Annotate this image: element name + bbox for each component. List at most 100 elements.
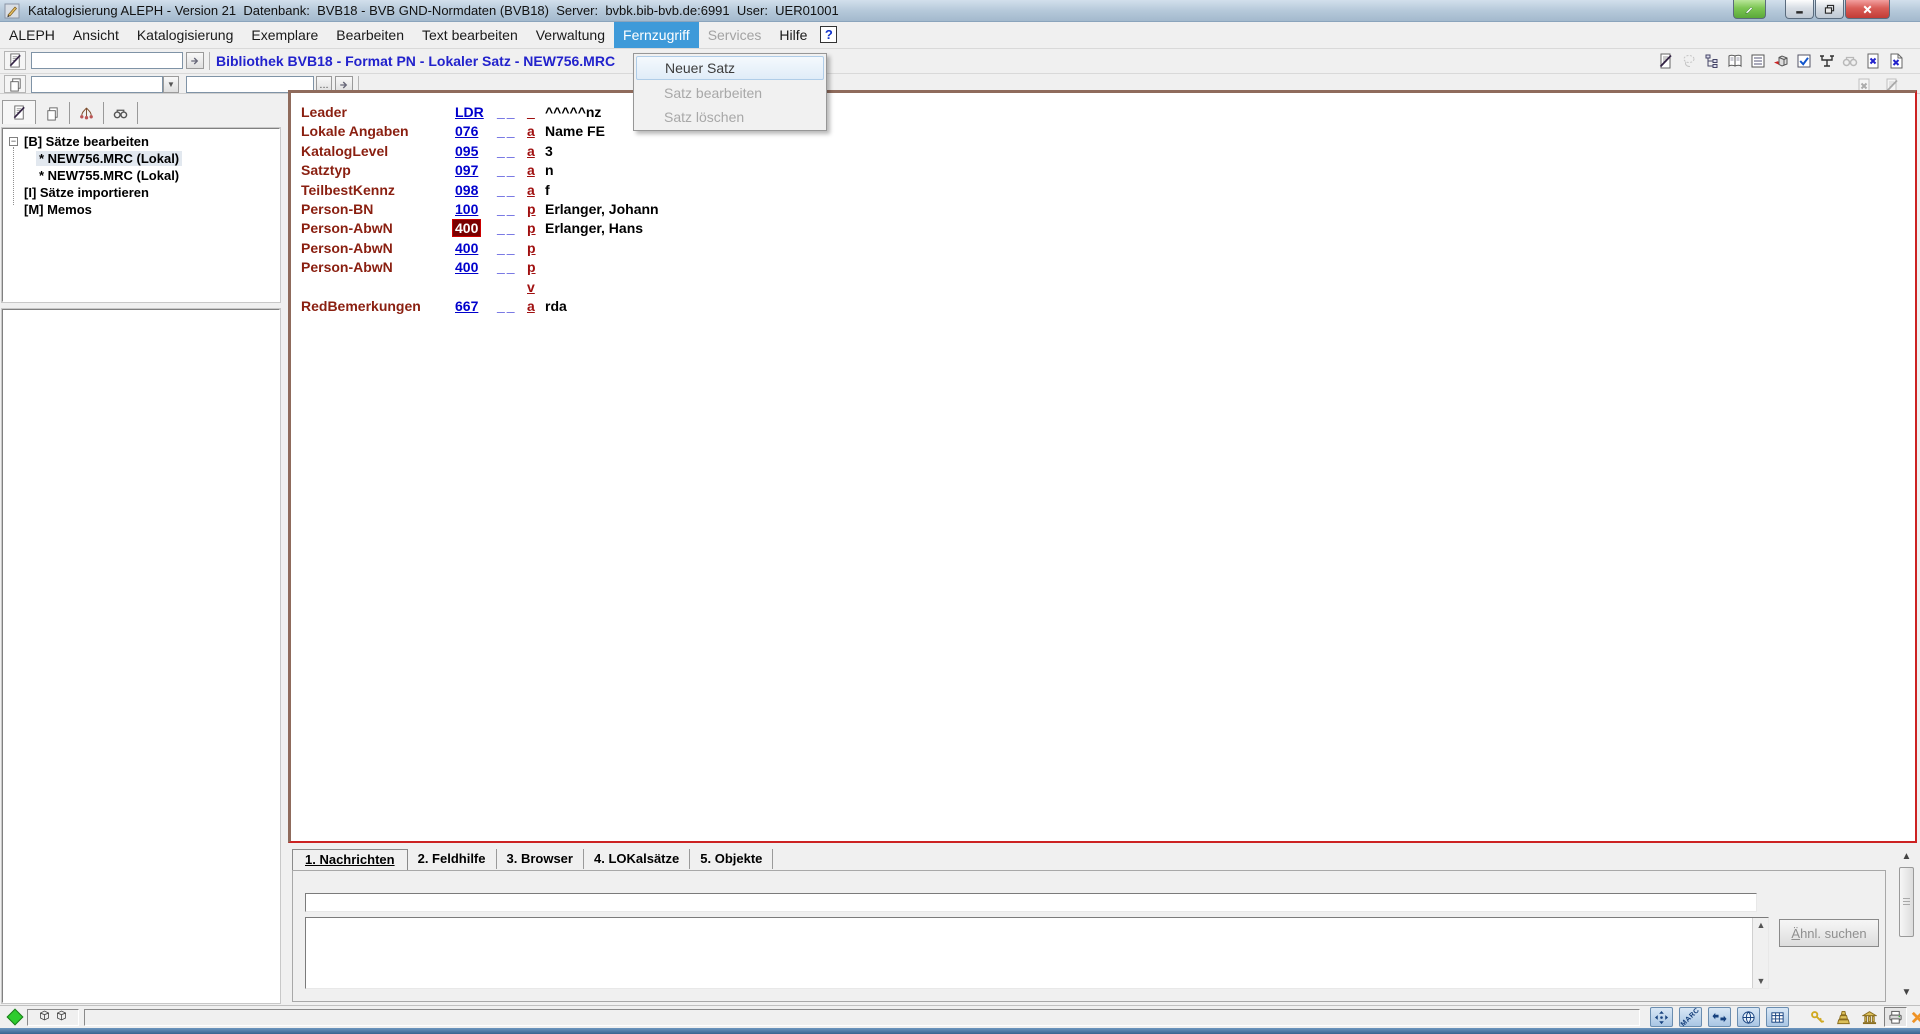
printer-icon[interactable] [1884, 1007, 1907, 1027]
menu-item-katalogisierung[interactable]: Katalogisierung [128, 22, 243, 48]
binoculars-icon[interactable] [1839, 51, 1861, 71]
field-indicators[interactable]: __ [497, 123, 517, 139]
field-tag[interactable]: 400 [455, 259, 478, 275]
tab-5-objekte[interactable]: 5. Objekte [690, 849, 773, 869]
field-tag[interactable]: LDR [455, 104, 484, 120]
subfield-code[interactable]: a [527, 298, 535, 314]
similar-search-button[interactable]: Ähnl. suchen [1779, 919, 1879, 947]
scrollbar-thumb[interactable] [1899, 867, 1914, 937]
record-number-input[interactable] [31, 52, 183, 69]
field-value[interactable]: rda [545, 298, 567, 314]
go-record-button[interactable] [186, 52, 204, 69]
field-indicators[interactable]: __ [497, 298, 517, 314]
menu-item-fernzugriff[interactable]: Fernzugriff [614, 22, 699, 48]
scroll-down-icon[interactable]: ▼ [1753, 974, 1769, 988]
scroll-up-icon[interactable]: ▲ [1753, 918, 1769, 932]
subfield-code[interactable]: v [527, 279, 535, 295]
message-list[interactable]: ▲ ▼ [305, 917, 1769, 989]
field-tag[interactable]: 667 [455, 298, 478, 314]
hierarchy-view-icon[interactable] [1701, 51, 1723, 71]
field-value[interactable]: Erlanger, Johann [545, 201, 659, 217]
minimize-button[interactable] [1785, 0, 1814, 19]
field-value[interactable]: 3 [545, 143, 553, 159]
tab-4-lokalsätze[interactable]: 4. LOKalsätze [584, 849, 690, 869]
menu-item-services[interactable]: Services [699, 22, 771, 48]
scroll-down-icon[interactable]: ▼ [1897, 986, 1916, 1000]
subfield-code[interactable]: p [527, 201, 536, 217]
subfield-code[interactable]: a [527, 123, 535, 139]
panel-scrollbar[interactable]: ▲ ▼ [1897, 850, 1916, 1002]
field-value[interactable]: Erlanger, Hans [545, 220, 643, 236]
globe-icon[interactable] [1737, 1007, 1760, 1027]
field-indicators[interactable]: __ [497, 162, 517, 178]
tree-item-new756-mrc-lokal[interactable]: * NEW756.MRC (Lokal) [36, 151, 182, 166]
field-value[interactable]: n [545, 162, 554, 178]
combo-dropdown-button[interactable]: ▼ [163, 76, 179, 93]
field-indicators[interactable]: __ [497, 143, 517, 159]
quickpick-button[interactable] [1733, 0, 1766, 19]
exit-icon[interactable] [1906, 1007, 1920, 1027]
copy-bar-icon[interactable] [4, 75, 26, 93]
library-icon[interactable] [1858, 1007, 1881, 1027]
weights-icon[interactable] [1832, 1007, 1855, 1027]
close-button[interactable] [1845, 0, 1890, 19]
check-record-icon[interactable] [1793, 51, 1815, 71]
tree-expander-icon[interactable]: − [9, 137, 18, 146]
message-input[interactable] [305, 893, 1757, 912]
scroll-up-icon[interactable]: ▲ [1897, 850, 1916, 864]
close-record-icon[interactable] [1885, 51, 1907, 71]
field-indicators[interactable]: __ [497, 182, 517, 198]
menu-item-verwaltung[interactable]: Verwaltung [527, 22, 614, 48]
field-tag[interactable]: 097 [455, 162, 478, 178]
tab-1-nachrichten[interactable]: 1. Nachrichten [292, 849, 408, 870]
merge-records-icon[interactable] [1816, 51, 1838, 71]
menu-item-aleph[interactable]: ALEPH [0, 22, 64, 48]
subfield-code[interactable]: a [527, 182, 535, 198]
browse-book-icon[interactable] [1724, 51, 1746, 71]
subfield-code[interactable]: p [527, 220, 536, 236]
help-icon[interactable]: ? [820, 26, 837, 43]
subfield-code[interactable]: p [527, 240, 536, 256]
field-indicators[interactable]: __ [497, 104, 517, 120]
menu-item-hilfe[interactable]: Hilfe [770, 22, 816, 48]
field-indicators[interactable]: __ [497, 240, 517, 256]
menu-item-text-bearbeiten[interactable]: Text bearbeiten [413, 22, 527, 48]
field-indicators[interactable]: __ [497, 220, 517, 236]
field-value[interactable]: ^^^^^nz [545, 104, 601, 120]
new-record-icon[interactable] [1655, 51, 1677, 71]
menu-item-bearbeiten[interactable]: Bearbeiten [327, 22, 413, 48]
menu-item-satz-löschen[interactable]: Satz löschen [635, 105, 825, 129]
subfield-code[interactable]: a [527, 162, 535, 178]
field-value[interactable]: Name FE [545, 123, 605, 139]
tab-3-browser[interactable]: 3. Browser [497, 849, 584, 869]
tree-item-new755-mrc-lokal[interactable]: * NEW755.MRC (Lokal) [36, 168, 182, 183]
field-tag[interactable]: 400 [455, 240, 478, 256]
field-tag[interactable]: 098 [455, 182, 478, 198]
marc-icon[interactable]: MARC [1679, 1007, 1702, 1027]
menu-item-neuer-satz[interactable]: Neuer Satz [636, 56, 824, 80]
subfield-code[interactable]: p [527, 259, 536, 275]
record-bar-icon[interactable] [4, 51, 26, 70]
export-record-icon[interactable] [1770, 51, 1792, 71]
menu-item-ansicht[interactable]: Ansicht [64, 22, 128, 48]
templates-tab[interactable] [70, 102, 104, 124]
field-tag[interactable]: 400 [453, 220, 480, 236]
record-editor[interactable]: LeaderLDR___^^^^^nzLokale Angaben076__aN… [288, 90, 1917, 843]
swap-icon[interactable] [1708, 1007, 1731, 1027]
table-icon[interactable] [1766, 1007, 1789, 1027]
field-indicators[interactable]: __ [497, 259, 517, 275]
field-list-icon[interactable] [1747, 51, 1769, 71]
edit-records-tab[interactable] [2, 100, 36, 124]
field-tag[interactable]: 076 [455, 123, 478, 139]
menu-item-exemplare[interactable]: Exemplare [242, 22, 327, 48]
delete-record-icon[interactable] [1862, 51, 1884, 71]
key-icon[interactable] [1806, 1007, 1829, 1027]
tree-item-m-memos[interactable]: [M] Memos [21, 202, 95, 217]
copy-records-tab[interactable] [36, 102, 70, 124]
field-indicators[interactable]: __ [497, 201, 517, 217]
base-combo-input[interactable] [31, 76, 163, 93]
search-tab[interactable] [104, 102, 138, 124]
field-value[interactable]: f [545, 182, 550, 198]
tab-2-feldhilfe[interactable]: 2. Feldhilfe [408, 849, 497, 869]
field-tag[interactable]: 100 [455, 201, 478, 217]
